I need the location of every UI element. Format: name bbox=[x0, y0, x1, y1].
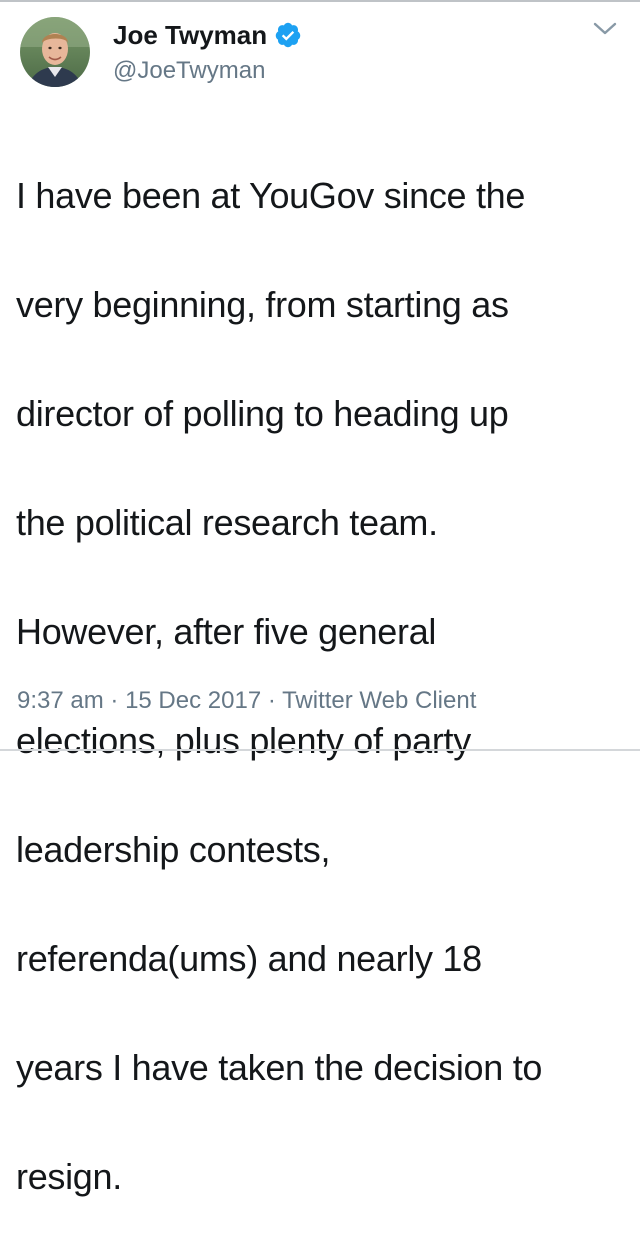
tweet-line: elections, plus plenty of party bbox=[16, 719, 471, 761]
avatar[interactable] bbox=[20, 17, 90, 87]
user-handle[interactable]: @JoeTwyman bbox=[113, 57, 265, 85]
tweet-line: director of polling to heading up bbox=[16, 392, 509, 434]
top-divider bbox=[0, 0, 640, 2]
tweet-line: leadership contests, bbox=[16, 828, 331, 870]
verified-badge-icon bbox=[275, 22, 301, 48]
tweet-client[interactable]: Twitter Web Client bbox=[282, 687, 476, 714]
tweet-time[interactable]: 9:37 am bbox=[17, 687, 104, 714]
avatar-photo bbox=[20, 17, 90, 87]
tweet-date[interactable]: 15 Dec 2017 bbox=[125, 687, 261, 714]
tweet-line: referenda(ums) and nearly 18 bbox=[16, 937, 482, 979]
tweet-line: I have been at YouGov since the bbox=[16, 174, 526, 216]
tweet-line: However, after five general bbox=[16, 610, 437, 652]
user-name[interactable]: Joe Twyman bbox=[113, 20, 267, 50]
tweet-line: the political research team. bbox=[16, 501, 438, 543]
user-name-row: Joe Twyman bbox=[113, 20, 302, 50]
meta-separator: · bbox=[110, 687, 119, 714]
tweet-meta: 9:37 am · 15 Dec 2017 · Twitter Web Clie… bbox=[17, 686, 476, 716]
meta-separator: · bbox=[267, 687, 276, 714]
tweet-line: very beginning, from starting as bbox=[16, 283, 509, 325]
tweet-line: years I have taken the decision to bbox=[16, 1046, 543, 1088]
tweet-line: resign. bbox=[16, 1155, 122, 1197]
chevron-down-icon[interactable] bbox=[592, 20, 618, 38]
